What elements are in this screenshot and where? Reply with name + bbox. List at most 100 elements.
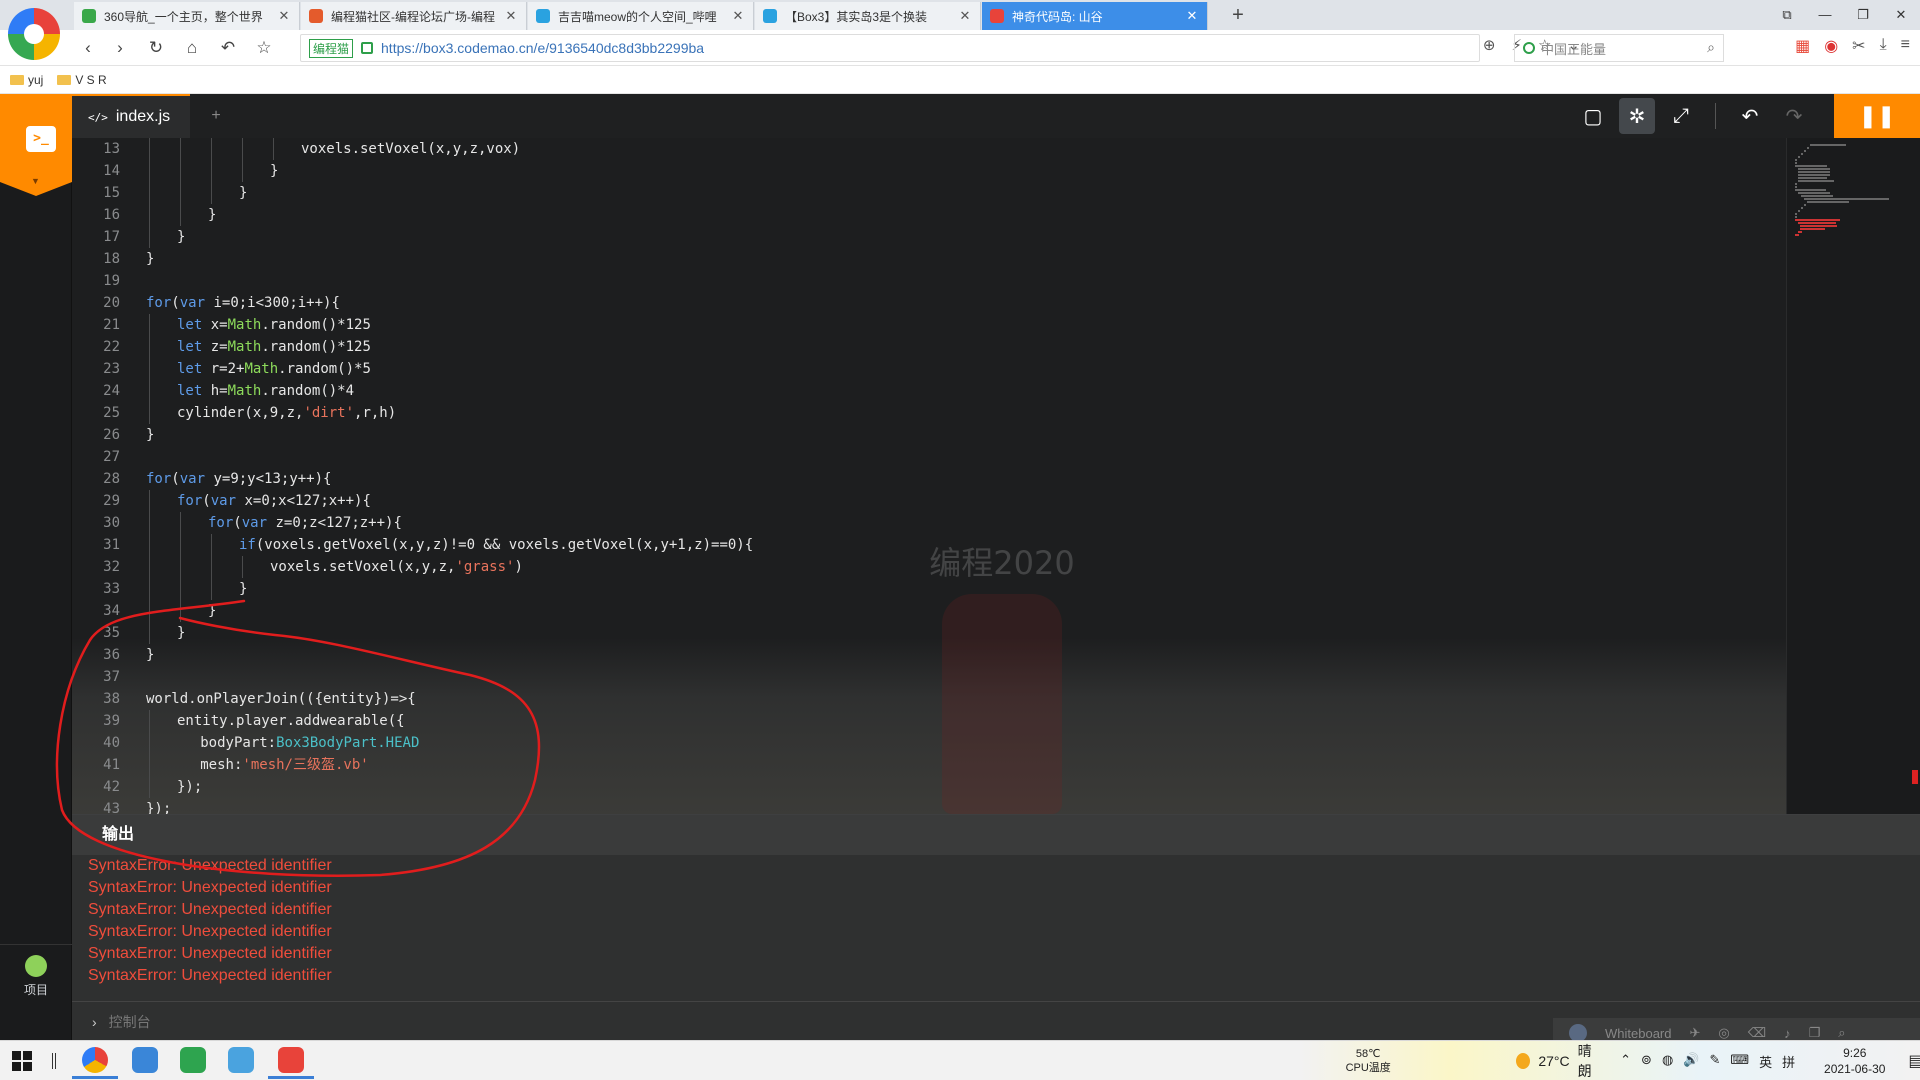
browser-logo-icon[interactable] xyxy=(8,8,60,60)
code-line[interactable]: 19 xyxy=(72,270,1772,292)
debug-icon[interactable]: ✲ xyxy=(1619,98,1655,134)
brand-block[interactable]: >_ xyxy=(0,94,72,182)
weather-widget[interactable]: 27°C 晴朗 xyxy=(1516,1041,1602,1080)
apps-grid-icon[interactable]: ▦ xyxy=(1795,36,1810,56)
pen-icon[interactable]: ✎ xyxy=(1709,1052,1720,1071)
close-window-button[interactable]: ✕ xyxy=(1882,0,1920,30)
zoom-icon[interactable]: ⊕ xyxy=(1483,36,1496,54)
taskbar-app-icon[interactable] xyxy=(132,1047,158,1073)
download-icon[interactable]: ⤓ xyxy=(1880,36,1887,56)
input-method-indicator[interactable]: 拼 xyxy=(1782,1052,1795,1071)
code-line[interactable]: 29 for(var x=0;x<127;x++){ xyxy=(72,490,1772,512)
url-text[interactable]: https://box3.codemao.cn/e/9136540dc8d3bb… xyxy=(381,40,704,56)
code-line[interactable]: 36} xyxy=(72,644,1772,666)
code-line[interactable]: 24 let h=Math.random()*4 xyxy=(72,380,1772,402)
code-line[interactable]: 42}); xyxy=(72,776,1772,798)
network-icon[interactable]: ⊚ xyxy=(1641,1052,1652,1071)
browser-tab-codemao-forum[interactable]: 编程猫社区-编程论坛广场-编程 ✕ xyxy=(301,2,527,30)
task-view-icon[interactable] xyxy=(52,1053,56,1069)
code-line[interactable]: 30 for(var z=0;z<127;z++){ xyxy=(72,512,1772,534)
project-button[interactable]: 项目 xyxy=(0,944,72,1006)
pause-button[interactable]: ❚❚ xyxy=(1834,94,1920,138)
wifi-icon[interactable]: ◍ xyxy=(1662,1052,1673,1071)
menu-icon[interactable]: ≡ xyxy=(1901,36,1910,56)
back-button[interactable]: ‹ xyxy=(76,36,100,60)
restore-button[interactable]: ❐ xyxy=(1844,0,1882,30)
tab-close-icon[interactable]: ✕ xyxy=(277,8,291,24)
minimize-button[interactable]: — xyxy=(1806,0,1844,30)
code-line[interactable]: 16} xyxy=(72,204,1772,226)
code-line[interactable]: 37 xyxy=(72,666,1772,688)
taskbar-codemao-icon[interactable] xyxy=(268,1047,314,1079)
input-lang-indicator[interactable]: 英 xyxy=(1759,1052,1772,1071)
code-line[interactable]: 21 let x=Math.random()*125 xyxy=(72,314,1772,336)
notification-center-icon[interactable]: ▤ xyxy=(1908,1051,1920,1071)
code-line[interactable]: 27 xyxy=(72,446,1772,468)
code-line[interactable]: 15} xyxy=(72,182,1772,204)
code-line[interactable]: 17} xyxy=(72,226,1772,248)
code-line[interactable]: 25 cylinder(x,9,z,'dirt',r,h) xyxy=(72,402,1772,424)
code-line[interactable]: 38 world.onPlayerJoin(({entity})=>{ xyxy=(72,688,1772,710)
trash-icon[interactable]: ⌫ xyxy=(1748,1025,1766,1041)
code-line[interactable]: 18} xyxy=(72,248,1772,270)
file-tab-index-js[interactable]: </> index.js xyxy=(72,94,190,138)
code-minimap[interactable] xyxy=(1786,138,1920,814)
show-hidden-icons-icon[interactable]: ⌃ xyxy=(1620,1052,1631,1071)
code-line[interactable]: 41 mesh:'mesh/三级盔.vb' xyxy=(72,754,1772,776)
site-cert-badge[interactable]: 编程猫 xyxy=(309,38,354,58)
code-line[interactable]: 40 bodyPart:Box3BodyPart.HEAD xyxy=(72,732,1772,754)
search-icon[interactable]: ⌕ xyxy=(1707,39,1715,56)
code-line[interactable]: 39 entity.player.addwearable({ xyxy=(72,710,1772,732)
skin-icon[interactable]: ⧉ xyxy=(1768,0,1806,30)
forward-button[interactable]: › xyxy=(108,36,132,60)
cpu-temperature[interactable]: 58℃ CPU温度 xyxy=(1340,1047,1396,1075)
expand-icon[interactable]: ⤢ xyxy=(1659,94,1703,138)
code-line[interactable]: 31 if(voxels.getVoxel(x,y,z)!=0 && voxels… xyxy=(72,534,1772,556)
code-line[interactable]: 33} xyxy=(72,578,1772,600)
chevron-down-icon[interactable]: ▼ xyxy=(31,176,40,186)
home-button[interactable]: ⌂ xyxy=(180,36,204,60)
tab-close-icon[interactable]: ✕ xyxy=(731,8,745,24)
reload-button[interactable]: ↻ xyxy=(144,36,168,60)
code-line[interactable]: 13 voxels.setVoxel(x,y,z,vox) xyxy=(72,138,1772,160)
code-line[interactable]: 35} xyxy=(72,622,1772,644)
undo-icon[interactable]: ↶ xyxy=(1728,94,1772,138)
window-icon[interactable]: ❐ xyxy=(1809,1025,1821,1041)
code-line[interactable]: 23 let r=2+Math.random()*5 xyxy=(72,358,1772,380)
bookmark-folder-vsr[interactable]: V S R xyxy=(57,73,107,87)
address-bar[interactable]: 编程猫 https://box3.codemao.cn/e/9136540dc8… xyxy=(300,34,1480,62)
browser-tab-bilibili-space[interactable]: 吉吉喵meow的个人空间_哔哩 ✕ xyxy=(528,2,754,30)
whiteboard-label[interactable]: Whiteboard xyxy=(1605,1026,1671,1041)
code-line[interactable]: 26} xyxy=(72,424,1772,446)
code-line[interactable]: 43}); xyxy=(72,798,1772,814)
game-icon[interactable]: ◉ xyxy=(1824,36,1838,56)
error-scroll-marker[interactable] xyxy=(1912,770,1918,784)
tab-close-icon[interactable]: ✕ xyxy=(958,8,972,24)
browser-tab-box3-video[interactable]: 【Box3】其实岛3是个换装 ✕ xyxy=(755,2,981,30)
code-line[interactable]: 28 for(var y=9;y<13;y++){ xyxy=(72,468,1772,490)
restore-closed-button[interactable]: ↶ xyxy=(216,36,240,60)
taskbar-360-browser-icon[interactable] xyxy=(72,1047,118,1079)
tab-close-icon[interactable]: ✕ xyxy=(1185,8,1199,24)
zoom-icon[interactable]: ⌕ xyxy=(1838,1025,1845,1041)
add-file-button[interactable]: + xyxy=(196,94,236,138)
tab-close-icon[interactable]: ✕ xyxy=(504,8,518,24)
code-line[interactable]: 32 voxels.setVoxel(x,y,z,'grass') xyxy=(72,556,1772,578)
browser-tab-box3-editor[interactable]: 神奇代码岛: 山谷 ✕ xyxy=(982,2,1208,30)
bookmark-folder-yuj[interactable]: yuj xyxy=(10,73,43,87)
comment-icon[interactable]: ▢ xyxy=(1571,94,1615,138)
new-tab-button[interactable]: + xyxy=(1224,2,1252,30)
search-input[interactable]: 中国正能量 ⌕ xyxy=(1514,34,1724,62)
code-line[interactable]: 34} xyxy=(72,600,1772,622)
circle-icon[interactable]: ◎ xyxy=(1718,1025,1729,1041)
rocket-icon[interactable]: ✈ xyxy=(1689,1025,1700,1041)
sound-icon[interactable]: ♪ xyxy=(1784,1026,1791,1041)
browser-tab-360[interactable]: 360导航_一个主页，整个世界 ✕ xyxy=(74,2,300,30)
keyboard-icon[interactable]: ⌨ xyxy=(1730,1052,1749,1071)
code-line[interactable]: 22 let z=Math.random()*125 xyxy=(72,336,1772,358)
favorite-star-icon[interactable]: ☆ xyxy=(252,36,276,60)
code-line[interactable]: 20 for(var i=0;i<300;i++){ xyxy=(72,292,1772,314)
windows-start-icon[interactable] xyxy=(12,1051,32,1071)
redo-icon[interactable]: ↷ xyxy=(1772,94,1816,138)
code-editor[interactable]: 编程2020 13 voxels.setVoxel(x,y,z,vox) 14} 15… xyxy=(72,138,1786,814)
